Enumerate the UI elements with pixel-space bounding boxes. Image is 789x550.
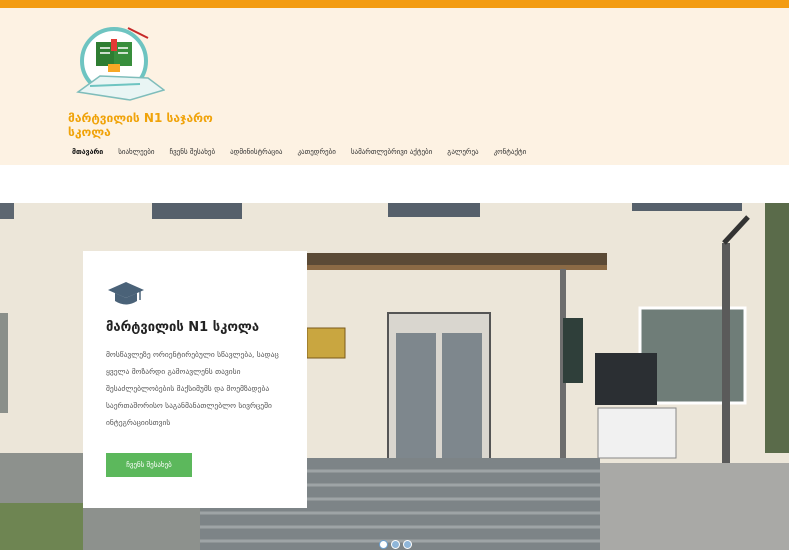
slider-dot-3[interactable] (403, 540, 412, 549)
graduation-cap-icon (108, 282, 144, 305)
nav-item-administration[interactable]: ადმინისტრაცია (230, 148, 282, 156)
logo-emblem-icon (76, 27, 166, 101)
nav-item-contact[interactable]: კონტაქტი (494, 148, 527, 156)
school-logo[interactable] (70, 20, 166, 104)
nav-item-home[interactable]: მთავარი (72, 148, 103, 156)
slider-dot-1[interactable] (379, 540, 388, 549)
hero-card: მარტვილის N1 სკოლა მოსწავლეზე ორიენტირებ… (83, 251, 307, 508)
hero-card-title: მარტვილის N1 სკოლა (106, 320, 260, 335)
about-us-button[interactable]: ჩვენს შესახებ (106, 453, 192, 477)
site-header: მარტვილის N1 საჯარო სკოლა მთავარი სიახლე… (0, 8, 789, 165)
nav-item-gallery[interactable]: გალერეა (447, 148, 478, 156)
slider-dot-2[interactable] (391, 540, 400, 549)
slider-pagination (379, 540, 412, 549)
nav-item-legal-acts[interactable]: სამართლებრივი აქტები (351, 148, 432, 156)
top-accent-bar (0, 0, 789, 8)
nav-item-about[interactable]: ჩვენს შესახებ (170, 148, 216, 156)
main-nav: მთავარი სიახლეები ჩვენს შესახებ ადმინისტ… (72, 148, 541, 156)
hero-card-description: მოსწავლეზე ორიენტირებული სწავლება, სადაც… (106, 350, 279, 427)
nav-item-departments[interactable]: კათედრები (297, 148, 335, 156)
site-name[interactable]: მარტვილის N1 საჯარო სკოლა (68, 111, 238, 139)
hero-slider: მარტვილის N1 სკოლა მოსწავლეზე ორიენტირებ… (0, 203, 789, 550)
nav-item-news[interactable]: სიახლეები (118, 148, 154, 156)
